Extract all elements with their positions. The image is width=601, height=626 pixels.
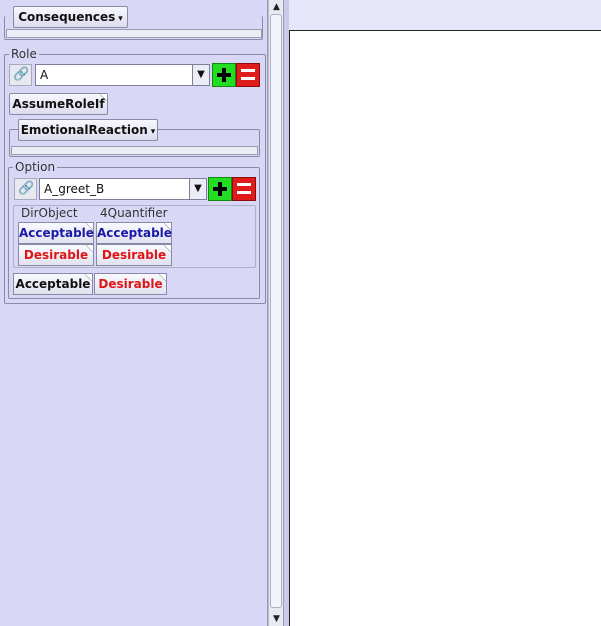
table-cell-acceptable[interactable]: Acceptable	[18, 222, 94, 244]
chevron-down-icon: ▼	[197, 69, 205, 80]
acceptable-label: Acceptable	[15, 277, 91, 291]
role-combo-arrow[interactable]: ▼	[192, 64, 210, 86]
option-add-button[interactable]	[208, 177, 232, 201]
vertical-scrollbar[interactable]: ▲ ▼	[268, 0, 284, 626]
table-cell-desirable[interactable]: Desirable	[18, 244, 94, 266]
option-legend: Option	[13, 160, 58, 174]
role-combo[interactable]: A	[35, 64, 193, 86]
scroll-up-icon[interactable]: ▲	[271, 2, 282, 12]
column-header-dirobject: DirObject	[21, 206, 78, 220]
left-panel: Consequences ▾ Role 🔗 A ▼ AssumeRoleIf Em…	[0, 0, 268, 626]
option-combo-value: A_greet_B	[44, 182, 105, 196]
desirable-button[interactable]: Desirable	[94, 273, 167, 295]
emotional-reaction-label: EmotionalReaction	[20, 123, 148, 137]
option-combo-arrow[interactable]: ▼	[189, 178, 207, 200]
role-remove-button[interactable]	[236, 63, 260, 87]
chevron-down-icon: ▾	[150, 127, 156, 137]
role-link-button[interactable]: 🔗	[9, 64, 32, 86]
link-icon: 🔗	[18, 181, 35, 196]
role-add-button[interactable]	[212, 63, 236, 87]
table-cell-desirable[interactable]: Desirable	[96, 244, 172, 266]
assume-role-if-button[interactable]: AssumeRoleIf	[9, 93, 108, 115]
consequences-bar	[6, 29, 262, 38]
role-combo-value: A	[40, 68, 49, 82]
acceptable-button[interactable]: Acceptable	[13, 273, 93, 295]
emotional-reaction-button[interactable]: EmotionalReaction ▾	[18, 119, 158, 141]
cell-label: Desirable	[101, 248, 167, 262]
column-header-quantifier: 4Quantifier	[100, 206, 168, 220]
chevron-down-icon: ▼	[194, 183, 202, 194]
link-icon: 🔗	[13, 67, 30, 82]
table-cell-acceptable[interactable]: Acceptable	[96, 222, 172, 244]
assume-role-if-label: AssumeRoleIf	[12, 97, 105, 111]
canvas-area[interactable]	[289, 30, 601, 626]
cell-label: Desirable	[23, 248, 89, 262]
cell-label: Acceptable	[97, 226, 172, 240]
option-combo[interactable]: A_greet_B	[39, 178, 190, 200]
emotional-reaction-bar	[11, 146, 258, 155]
option-remove-button[interactable]	[232, 177, 256, 201]
option-link-button[interactable]: 🔗	[14, 178, 37, 200]
role-legend: Role	[9, 47, 39, 61]
cell-label: Acceptable	[19, 226, 94, 240]
desirable-label: Desirable	[98, 277, 163, 291]
scroll-down-icon[interactable]: ▼	[271, 614, 282, 624]
scrollbar-thumb[interactable]	[270, 14, 282, 608]
